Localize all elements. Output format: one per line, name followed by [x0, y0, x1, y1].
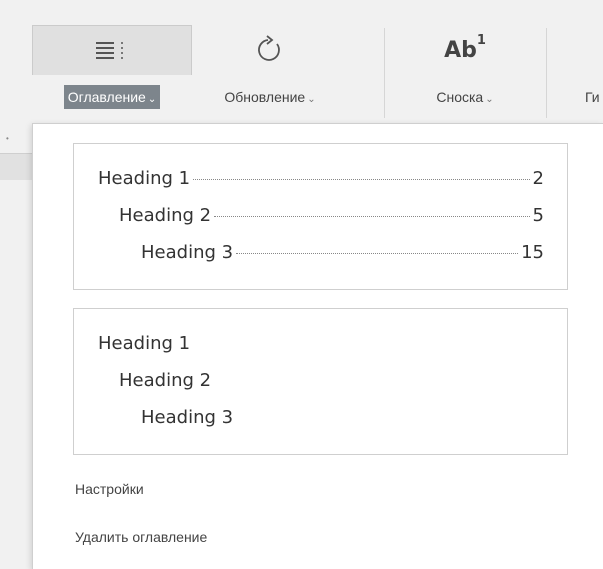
toc-preview-row: Heading 3 — [141, 407, 233, 428]
chevron-down-icon: ⌄ — [307, 94, 316, 105]
update-label-text: Обновление — [224, 89, 306, 105]
dot-leader — [214, 215, 530, 217]
toc-dropdown-menu: Heading 1 2 Heading 2 5 Heading 3 15 Hea… — [32, 123, 603, 569]
chevron-down-icon: ⌄ — [147, 94, 157, 105]
footnote-button-label: Сноска ⌄ — [432, 85, 497, 109]
hyperlink-button[interactable]: Ги — [585, 25, 603, 120]
ruler-marker: • — [6, 134, 9, 143]
toc-preview-row: Heading 1 2 — [98, 168, 544, 189]
toolbar: Оглавление ⌄ Обновление ⌄ Ab 1 Сноска ⌄ Ги — [0, 0, 603, 123]
dot-leader — [193, 178, 530, 180]
toc-preview-heading: Heading 3 — [141, 407, 234, 428]
toc-button-label: Оглавление ⌄ — [63, 85, 161, 109]
toc-preview-heading: Heading 2 — [119, 370, 212, 391]
update-button[interactable]: Обновление ⌄ — [200, 25, 340, 120]
toc-settings-item[interactable]: Настройки — [75, 481, 144, 497]
footnote-glyph: Ab — [444, 37, 477, 63]
toc-button[interactable]: Оглавление ⌄ — [32, 25, 192, 120]
dot-leader — [236, 252, 519, 254]
editor-left-strip: • — [0, 123, 32, 569]
toc-preview-row: Heading 2 5 — [119, 205, 544, 226]
toc-preview-row: Heading 3 15 — [141, 242, 544, 263]
hyperlink-icon-area — [585, 25, 603, 75]
table-of-contents-icon — [32, 25, 192, 75]
ruler — [0, 153, 32, 180]
toc-preview-page: 2 — [532, 168, 544, 189]
toc-preview-heading: Heading 3 — [141, 242, 234, 263]
chevron-down-icon: ⌄ — [485, 94, 494, 105]
hyperlink-label: Ги — [585, 89, 600, 105]
toc-style-plain[interactable]: Heading 1 Heading 2 Heading 3 — [73, 308, 568, 455]
update-button-label: Обновление ⌄ — [220, 85, 319, 109]
refresh-icon — [200, 25, 340, 75]
toolbar-divider — [384, 28, 385, 118]
footnote-button[interactable]: Ab 1 Сноска ⌄ — [400, 25, 530, 120]
toc-preview-row: Heading 2 — [119, 370, 211, 391]
remove-toc-item[interactable]: Удалить оглавление — [75, 529, 207, 545]
toc-preview-heading: Heading 1 — [98, 168, 191, 189]
toc-preview-page: 5 — [532, 205, 544, 226]
toc-preview-page: 15 — [521, 242, 544, 263]
footnote-label-text: Сноска — [436, 89, 484, 105]
toc-preview-heading: Heading 2 — [119, 205, 212, 226]
footnote-superscript: 1 — [476, 32, 486, 48]
toolbar-divider — [546, 28, 547, 118]
toc-label-text: Оглавление — [67, 89, 146, 105]
footnote-icon: Ab 1 — [400, 25, 530, 75]
toc-preview-row: Heading 1 — [98, 333, 190, 354]
toc-style-with-page-numbers[interactable]: Heading 1 2 Heading 2 5 Heading 3 15 — [73, 143, 568, 290]
toc-preview-heading: Heading 1 — [98, 333, 191, 354]
